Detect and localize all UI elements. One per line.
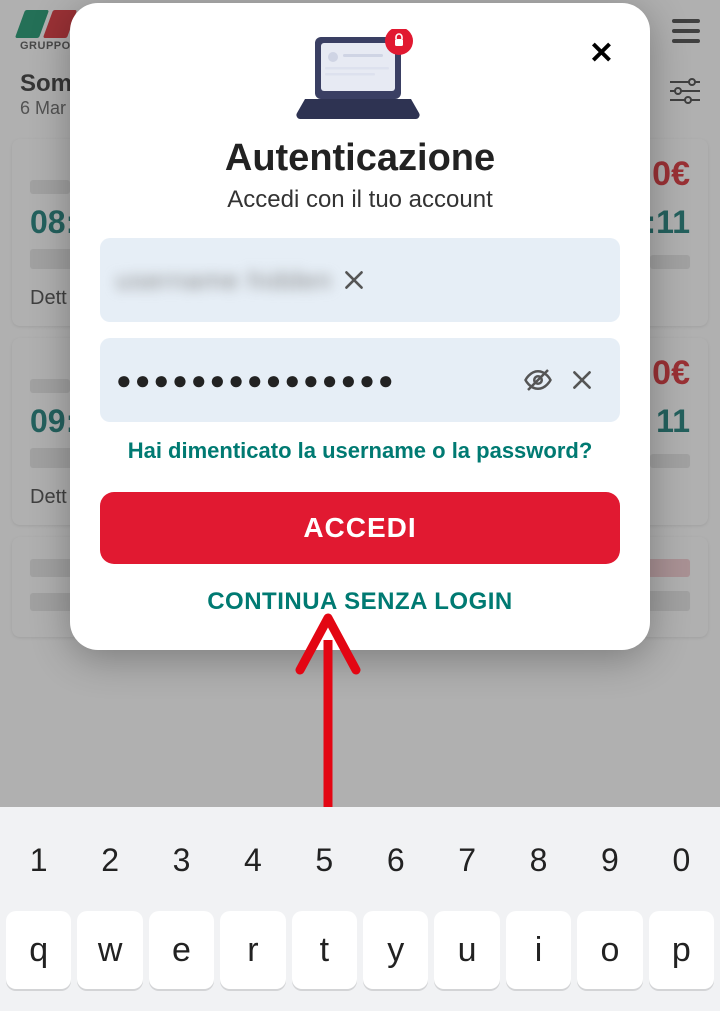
forgot-credentials-link[interactable]: Hai dimenticato la username o la passwor… — [100, 438, 620, 464]
keyboard-letter-row: qwertyuiop — [6, 911, 714, 989]
close-icon[interactable]: ✕ — [589, 39, 614, 69]
key-i[interactable]: i — [506, 911, 571, 989]
laptop-lock-icon — [100, 29, 620, 129]
key-2[interactable]: 2 — [77, 821, 142, 899]
key-7[interactable]: 7 — [434, 821, 499, 899]
key-9[interactable]: 9 — [577, 821, 642, 899]
username-input[interactable]: username hidden — [116, 265, 332, 296]
key-t[interactable]: t — [292, 911, 357, 989]
key-e[interactable]: e — [149, 911, 214, 989]
key-u[interactable]: u — [434, 911, 499, 989]
soft-keyboard: 1234567890 qwertyuiop — [0, 807, 720, 1011]
key-6[interactable]: 6 — [363, 821, 428, 899]
keyboard-number-row: 1234567890 — [6, 821, 714, 899]
key-r[interactable]: r — [220, 911, 285, 989]
username-field[interactable]: username hidden — [100, 238, 620, 322]
key-w[interactable]: w — [77, 911, 142, 989]
key-3[interactable]: 3 — [149, 821, 214, 899]
key-8[interactable]: 8 — [506, 821, 571, 899]
key-4[interactable]: 4 — [220, 821, 285, 899]
key-1[interactable]: 1 — [6, 821, 71, 899]
auth-modal: ✕ Autenticazione Accedi con il tuo accou… — [70, 3, 650, 650]
modal-title: Autenticazione — [100, 137, 620, 180]
password-field[interactable]: ●●●●●●●●●●●●●●● — [100, 338, 620, 422]
key-o[interactable]: o — [577, 911, 642, 989]
clear-password-icon[interactable] — [560, 358, 604, 402]
login-button[interactable]: ACCEDI — [100, 492, 620, 564]
key-q[interactable]: q — [6, 911, 71, 989]
continue-without-login-button[interactable]: CONTINUA SENZA LOGIN — [100, 588, 620, 616]
key-0[interactable]: 0 — [649, 821, 714, 899]
key-p[interactable]: p — [649, 911, 714, 989]
modal-subtitle: Accedi con il tuo account — [100, 186, 620, 214]
key-5[interactable]: 5 — [292, 821, 357, 899]
key-y[interactable]: y — [363, 911, 428, 989]
toggle-password-visibility-icon[interactable] — [516, 358, 560, 402]
password-input[interactable]: ●●●●●●●●●●●●●●● — [116, 365, 516, 396]
clear-username-icon[interactable] — [332, 258, 376, 302]
